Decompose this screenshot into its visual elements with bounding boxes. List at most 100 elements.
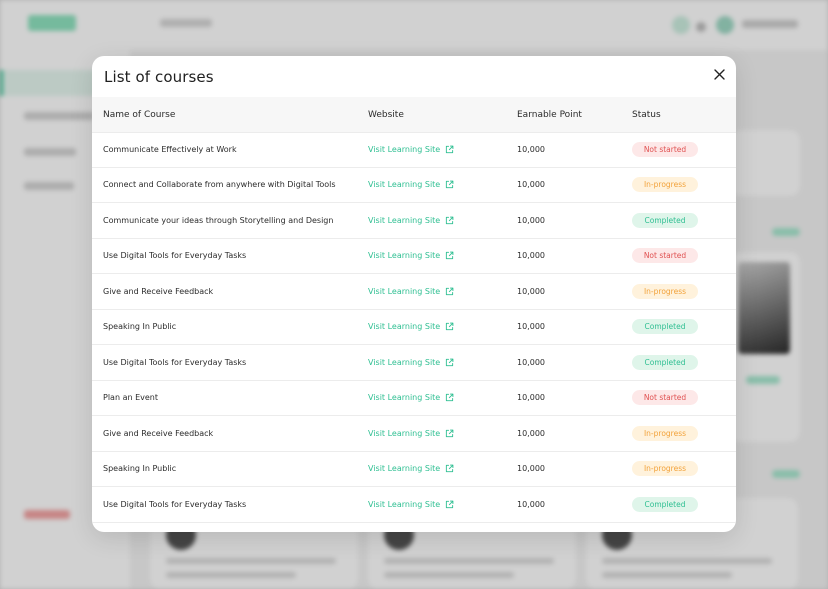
table-row: Use Digital Tools for Everyday Tasks Vis… (92, 345, 736, 381)
external-link-icon (445, 287, 454, 296)
course-website-cell: Visit Learning Site (368, 452, 508, 487)
course-name: Speaking In Public (103, 464, 177, 474)
close-button[interactable] (710, 65, 728, 83)
external-link-icon (445, 145, 454, 154)
course-website-cell: Visit Learning Site (368, 274, 508, 309)
status-cell: Completed (632, 310, 722, 345)
earnable-points: 10,000 (517, 286, 545, 296)
visit-learning-site-label: Visit Learning Site (368, 286, 441, 296)
external-link-icon (445, 429, 454, 438)
earnable-points: 10,000 (517, 393, 545, 403)
external-link-icon (445, 393, 454, 402)
course-name: Use Digital Tools for Everyday Tasks (103, 251, 247, 261)
visit-learning-site-link[interactable]: Visit Learning Site (368, 287, 454, 296)
column-header-points: Earnable Point (517, 109, 582, 120)
visit-learning-site-label: Visit Learning Site (368, 180, 441, 190)
visit-learning-site-link[interactable]: Visit Learning Site (368, 216, 454, 225)
earnable-points: 10,000 (517, 357, 545, 367)
status-cell: Not started (632, 239, 722, 274)
course-website-cell: Visit Learning Site (368, 416, 508, 451)
table-header: Name of Course Website Earnable Point St… (92, 97, 736, 133)
status-cell: Completed (632, 487, 722, 522)
status-badge: Completed (632, 319, 698, 335)
course-name: Communicate your ideas through Storytell… (103, 215, 334, 225)
earnable-points: 10,000 (517, 464, 545, 474)
course-name: Give and Receive Feedback (103, 428, 214, 438)
visit-learning-site-label: Visit Learning Site (368, 499, 441, 509)
visit-learning-site-link[interactable]: Visit Learning Site (368, 145, 454, 154)
earnable-points: 10,000 (517, 499, 545, 509)
visit-learning-site-label: Visit Learning Site (368, 464, 441, 474)
external-link-icon (445, 322, 454, 331)
table-row: Communicate Effectively at Work Visit Le… (92, 132, 736, 168)
column-header-name: Name of Course (103, 109, 176, 120)
earnable-points: 10,000 (517, 180, 545, 190)
external-link-icon (445, 251, 454, 260)
table-row: Speaking In Public Visit Learning Site 1… (92, 452, 736, 487)
modal-title: List of courses (104, 68, 214, 86)
course-website-cell: Visit Learning Site (368, 239, 508, 274)
visit-learning-site-link[interactable]: Visit Learning Site (368, 358, 454, 367)
visit-learning-site-label: Visit Learning Site (368, 251, 441, 261)
visit-learning-site-label: Visit Learning Site (368, 428, 441, 438)
visit-learning-site-link[interactable]: Visit Learning Site (368, 429, 454, 438)
status-badge: In-progress (632, 177, 698, 193)
visit-learning-site-link[interactable]: Visit Learning Site (368, 464, 454, 473)
courses-modal: List of courses Name of Course Website E… (92, 56, 736, 532)
status-badge: Completed (632, 496, 698, 512)
visit-learning-site-label: Visit Learning Site (368, 322, 441, 332)
table-row: Use Digital Tools for Everyday Tasks Vis… (92, 487, 736, 523)
course-website-cell: Visit Learning Site (368, 487, 508, 522)
earnable-points: 10,000 (517, 322, 545, 332)
course-website-cell: Visit Learning Site (368, 203, 508, 238)
status-cell: Completed (632, 203, 722, 238)
course-name: Use Digital Tools for Everyday Tasks (103, 499, 247, 509)
visit-learning-site-link[interactable]: Visit Learning Site (368, 500, 454, 509)
table-row: Speaking In Public Visit Learning Site 1… (92, 310, 736, 345)
external-link-icon (445, 500, 454, 509)
visit-learning-site-label: Visit Learning Site (368, 393, 441, 403)
table-row: Communicate your ideas through Storytell… (92, 203, 736, 239)
status-cell: Completed (632, 345, 722, 380)
visit-learning-site-label: Visit Learning Site (368, 215, 441, 225)
course-website-cell: Visit Learning Site (368, 132, 508, 167)
status-cell: In-progress (632, 416, 722, 451)
course-name: Plan an Event (103, 393, 158, 403)
column-header-status: Status (632, 109, 661, 120)
visit-learning-site-link[interactable]: Visit Learning Site (368, 322, 454, 331)
earnable-points: 10,000 (517, 251, 545, 261)
visit-learning-site-label: Visit Learning Site (368, 357, 441, 367)
course-website-cell: Visit Learning Site (368, 310, 508, 345)
earnable-points: 10,000 (517, 428, 545, 438)
column-header-website: Website (368, 109, 404, 120)
earnable-points: 10,000 (517, 144, 545, 154)
visit-learning-site-link[interactable]: Visit Learning Site (368, 251, 454, 260)
status-cell: Not started (632, 381, 722, 416)
close-icon (713, 68, 725, 80)
status-badge: In-progress (632, 461, 698, 477)
course-name: Speaking In Public (103, 322, 177, 332)
status-badge: Completed (632, 212, 698, 228)
external-link-icon (445, 180, 454, 189)
table-row: Plan an Event Visit Learning Site 10,000… (92, 381, 736, 416)
course-name: Connect and Collaborate from anywhere wi… (103, 180, 336, 190)
course-name: Give and Receive Feedback (103, 286, 214, 296)
course-website-cell: Visit Learning Site (368, 168, 508, 203)
course-name: Communicate Effectively at Work (103, 144, 237, 154)
visit-learning-site-link[interactable]: Visit Learning Site (368, 393, 454, 402)
status-badge: Not started (632, 248, 698, 264)
earnable-points: 10,000 (517, 215, 545, 225)
external-link-icon (445, 358, 454, 367)
table-row: Give and Receive Feedback Visit Learning… (92, 274, 736, 310)
status-cell: Not started (632, 132, 722, 167)
course-website-cell: Visit Learning Site (368, 345, 508, 380)
status-cell: In-progress (632, 274, 722, 309)
course-website-cell: Visit Learning Site (368, 381, 508, 416)
table-row: Connect and Collaborate from anywhere wi… (92, 168, 736, 203)
status-badge: Not started (632, 390, 698, 406)
status-cell: In-progress (632, 168, 722, 203)
status-badge: Completed (632, 354, 698, 370)
status-badge: In-progress (632, 283, 698, 299)
external-link-icon (445, 216, 454, 225)
visit-learning-site-link[interactable]: Visit Learning Site (368, 180, 454, 189)
